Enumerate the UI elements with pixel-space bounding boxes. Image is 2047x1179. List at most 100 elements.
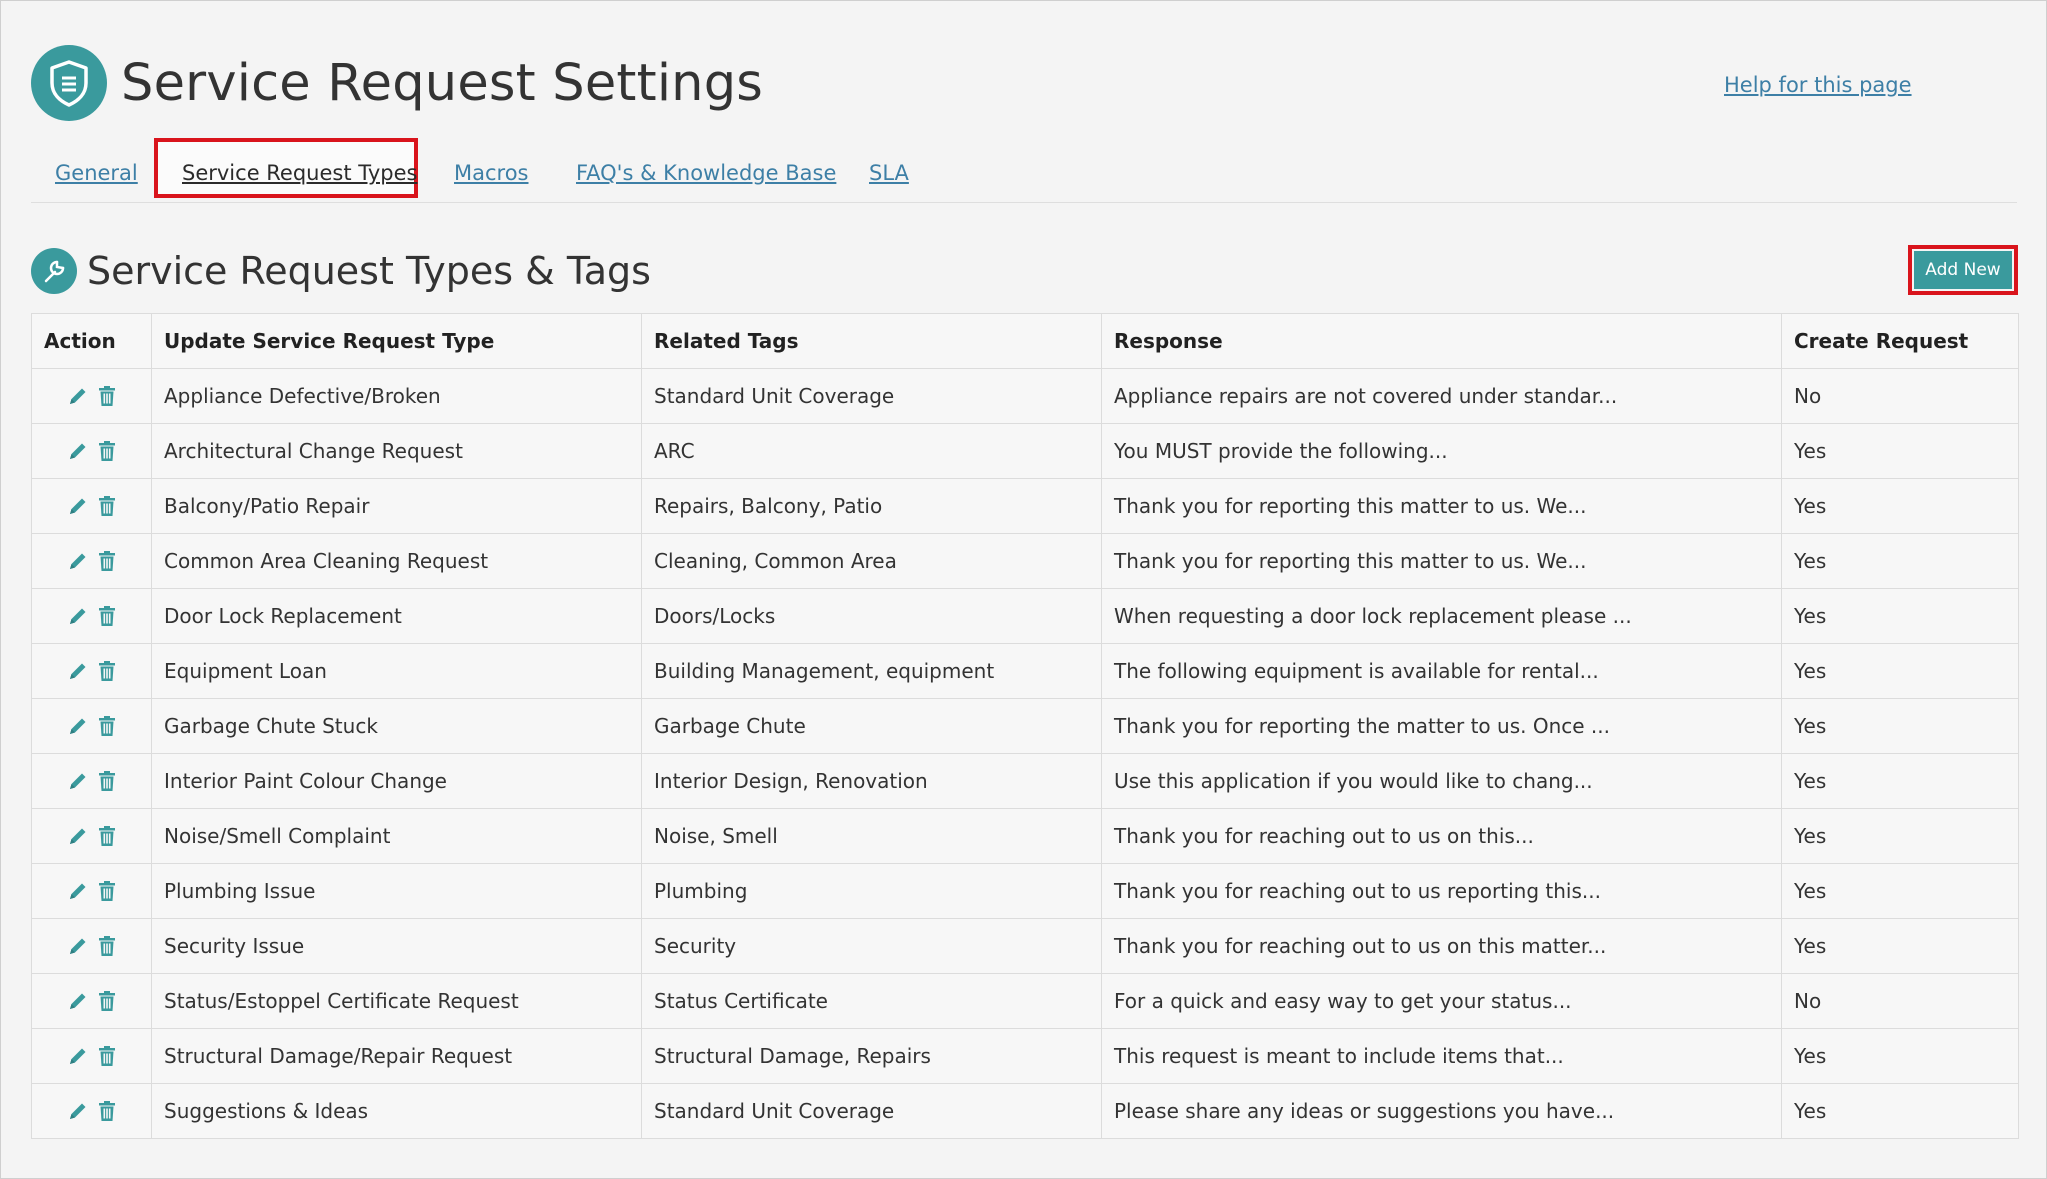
create-request-cell: Yes bbox=[1781, 863, 2019, 919]
type-cell: Door Lock Replacement bbox=[151, 588, 642, 644]
action-cell bbox=[31, 643, 152, 699]
page-title: Service Request Settings bbox=[121, 53, 764, 113]
create-request-cell: No bbox=[1781, 973, 2019, 1029]
pencil-icon[interactable] bbox=[67, 660, 89, 682]
action-cell bbox=[31, 698, 152, 754]
response-cell: Appliance repairs are not covered under … bbox=[1101, 368, 1782, 424]
column-header-action: Action bbox=[31, 313, 152, 369]
trash-icon[interactable] bbox=[97, 660, 117, 682]
column-header-response[interactable]: Response bbox=[1101, 313, 1782, 369]
column-header-create-request[interactable]: Create Request bbox=[1781, 313, 2019, 369]
response-cell: This request is meant to include items t… bbox=[1101, 1028, 1782, 1084]
pencil-icon[interactable] bbox=[67, 770, 89, 792]
pencil-icon[interactable] bbox=[67, 495, 89, 517]
tab-general[interactable]: General bbox=[55, 161, 138, 185]
trash-icon[interactable] bbox=[97, 1045, 117, 1067]
action-cell bbox=[31, 753, 152, 809]
table-row: Appliance Defective/Broken Standard Unit … bbox=[31, 368, 2019, 424]
pencil-icon[interactable] bbox=[67, 550, 89, 572]
pencil-icon[interactable] bbox=[67, 880, 89, 902]
pencil-icon[interactable] bbox=[67, 605, 89, 627]
create-request-cell: Yes bbox=[1781, 753, 2019, 809]
trash-icon[interactable] bbox=[97, 385, 117, 407]
table-row: Structural Damage/Repair Request Structur… bbox=[31, 1028, 2019, 1084]
pencil-icon[interactable] bbox=[67, 440, 89, 462]
tags-cell: Status Certificate bbox=[641, 973, 1102, 1029]
table-row: Noise/Smell Complaint Noise, Smell Thank y… bbox=[31, 808, 2019, 864]
service-request-types-table: Action Update Service Request Type Relat… bbox=[31, 313, 2019, 1139]
section-title: Service Request Types & Tags bbox=[87, 249, 651, 293]
pencil-icon[interactable] bbox=[67, 385, 89, 407]
type-cell: Noise/Smell Complaint bbox=[151, 808, 642, 864]
type-cell: Security Issue bbox=[151, 918, 642, 974]
type-cell: Common Area Cleaning Request bbox=[151, 533, 642, 589]
pencil-icon[interactable] bbox=[67, 990, 89, 1012]
table-row: Common Area Cleaning Request Cleaning, Co… bbox=[31, 533, 2019, 589]
action-cell bbox=[31, 863, 152, 919]
create-request-cell: No bbox=[1781, 368, 2019, 424]
action-cell bbox=[31, 973, 152, 1029]
trash-icon[interactable] bbox=[97, 990, 117, 1012]
response-cell: Thank you for reporting the matter to us… bbox=[1101, 698, 1782, 754]
pencil-icon[interactable] bbox=[67, 825, 89, 847]
tab-service-request-types[interactable]: Service Request Types bbox=[182, 161, 417, 185]
action-cell bbox=[31, 368, 152, 424]
table-body: Appliance Defective/Broken Standard Unit … bbox=[31, 368, 2019, 1139]
tab-macros[interactable]: Macros bbox=[454, 161, 529, 185]
type-cell: Garbage Chute Stuck bbox=[151, 698, 642, 754]
tags-cell: ARC bbox=[641, 423, 1102, 479]
pencil-icon[interactable] bbox=[67, 715, 89, 737]
response-cell: For a quick and easy way to get your sta… bbox=[1101, 973, 1782, 1029]
tags-cell: Noise, Smell bbox=[641, 808, 1102, 864]
create-request-cell: Yes bbox=[1781, 1028, 2019, 1084]
action-cell bbox=[31, 533, 152, 589]
tags-cell: Standard Unit Coverage bbox=[641, 368, 1102, 424]
trash-icon[interactable] bbox=[97, 440, 117, 462]
table-row: Equipment Loan Building Management, equip… bbox=[31, 643, 2019, 699]
create-request-cell: Yes bbox=[1781, 918, 2019, 974]
pencil-icon[interactable] bbox=[67, 1100, 89, 1122]
response-cell: Please share any ideas or suggestions yo… bbox=[1101, 1083, 1782, 1139]
pencil-icon[interactable] bbox=[67, 935, 89, 957]
response-cell: Thank you for reporting this matter to u… bbox=[1101, 533, 1782, 589]
pencil-icon[interactable] bbox=[67, 1045, 89, 1067]
type-cell: Interior Paint Colour Change bbox=[151, 753, 642, 809]
tab-bar: General Service Request Types Macros FAQ… bbox=[31, 136, 2031, 202]
type-cell: Suggestions & Ideas bbox=[151, 1083, 642, 1139]
tags-cell: Cleaning, Common Area bbox=[641, 533, 1102, 589]
tags-cell: Plumbing bbox=[641, 863, 1102, 919]
table-header-row: Action Update Service Request Type Relat… bbox=[31, 313, 2019, 369]
response-cell: Thank you for reaching out to us on this… bbox=[1101, 808, 1782, 864]
table-row: Status/Estoppel Certificate Request Statu… bbox=[31, 973, 2019, 1029]
response-cell: You MUST provide the following... bbox=[1101, 423, 1782, 479]
add-new-button[interactable]: Add New bbox=[1914, 251, 2012, 289]
tags-cell: Security bbox=[641, 918, 1102, 974]
tags-cell: Doors/Locks bbox=[641, 588, 1102, 644]
type-cell: Appliance Defective/Broken bbox=[151, 368, 642, 424]
section-header: Service Request Types & Tags bbox=[31, 247, 651, 295]
trash-icon[interactable] bbox=[97, 495, 117, 517]
help-link[interactable]: Help for this page bbox=[1724, 73, 1912, 97]
trash-icon[interactable] bbox=[97, 1100, 117, 1122]
wrench-icon bbox=[31, 248, 77, 294]
action-cell bbox=[31, 478, 152, 534]
tags-cell: Standard Unit Coverage bbox=[641, 1083, 1102, 1139]
trash-icon[interactable] bbox=[97, 605, 117, 627]
tab-sla[interactable]: SLA bbox=[869, 161, 909, 185]
trash-icon[interactable] bbox=[97, 715, 117, 737]
trash-icon[interactable] bbox=[97, 825, 117, 847]
create-request-cell: Yes bbox=[1781, 808, 2019, 864]
action-cell bbox=[31, 588, 152, 644]
tab-faq-knowledge-base[interactable]: FAQ's & Knowledge Base bbox=[576, 161, 836, 185]
column-header-type[interactable]: Update Service Request Type bbox=[151, 313, 642, 369]
response-cell: The following equipment is available for… bbox=[1101, 643, 1782, 699]
tags-cell: Interior Design, Renovation bbox=[641, 753, 1102, 809]
trash-icon[interactable] bbox=[97, 770, 117, 792]
shield-icon bbox=[31, 45, 107, 121]
trash-icon[interactable] bbox=[97, 935, 117, 957]
table-row: Balcony/Patio Repair Repairs, Balcony, Pa… bbox=[31, 478, 2019, 534]
column-header-tags[interactable]: Related Tags bbox=[641, 313, 1102, 369]
trash-icon[interactable] bbox=[97, 550, 117, 572]
trash-icon[interactable] bbox=[97, 880, 117, 902]
response-cell: Use this application if you would like t… bbox=[1101, 753, 1782, 809]
